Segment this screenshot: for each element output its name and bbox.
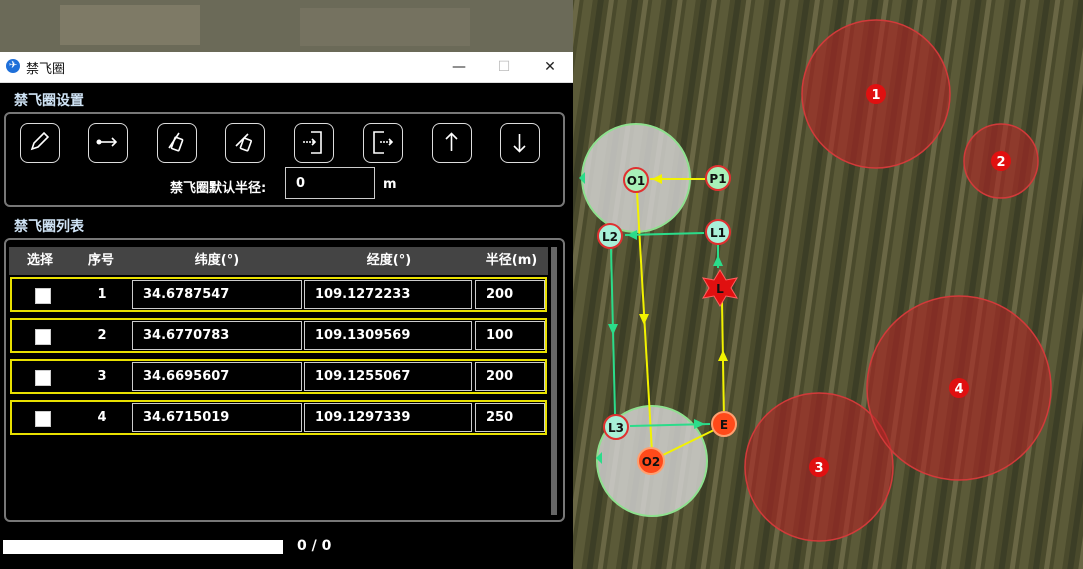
row-index: 2 [97,328,107,343]
arrow-up-icon [445,132,458,151]
table-header: 选择 序号 纬度(°) 经度(°) 半径(m) [9,247,548,275]
row-index: 4 [97,410,107,425]
svg-text:P1: P1 [709,172,726,186]
row-checkbox[interactable] [35,288,51,304]
svg-text:L: L [716,282,724,296]
no-fly-zone-1[interactable]: 1 [801,19,951,169]
table-scrollbar[interactable] [551,247,557,515]
no-fly-zone-2[interactable]: 2 [963,123,1039,199]
column-header-lat[interactable]: 纬度(°) [131,247,303,275]
svg-text:L3: L3 [608,421,624,435]
waypoint-o2[interactable]: O2 [637,447,665,475]
lat-cell[interactable]: 34.6787547 [132,280,302,309]
row-checkbox[interactable] [35,411,51,427]
minimize-icon[interactable]: — [436,52,482,82]
lon-cell[interactable]: 109.1309569 [304,321,472,350]
settings-section-label: 禁飞圈设置 [14,93,84,109]
row-checkbox[interactable] [35,370,51,386]
svg-text:O2: O2 [642,455,661,469]
progress-bar [3,540,283,554]
move-up-button[interactable] [432,123,472,163]
radius-cell[interactable]: 200 [475,362,545,391]
waypoint-e[interactable]: E [711,411,737,437]
arrow-down-icon [513,134,526,153]
export-icon [373,131,394,154]
table-row[interactable]: 1 34.6787547 109.1272233 200 [10,277,547,312]
table-row[interactable]: 2 34.6770783 109.1309569 100 [10,318,547,353]
lat-cell[interactable]: 34.6770783 [132,321,302,350]
no-fly-zone-window: ✈ 禁飞圈 — ☐ ✕ 禁飞圈设置 禁飞圈默认半径: m [0,52,573,569]
lat-cell[interactable]: 34.6715019 [132,403,302,432]
eraser-button[interactable] [157,123,197,163]
progress-text: 0 / 0 [297,538,332,554]
waypoint-p1[interactable]: P1 [705,165,731,191]
eraser-icon [168,132,184,152]
svg-text:E: E [720,418,728,432]
waypoint-l1[interactable]: L1 [705,219,731,245]
radius-cell[interactable]: 200 [475,280,545,309]
move-down-button[interactable] [500,123,540,163]
pencil-icon [30,131,50,151]
lon-cell[interactable]: 109.1272233 [304,280,472,309]
import-icon [303,131,322,154]
column-header-select[interactable]: 选择 [9,247,71,275]
eraser-alt-button[interactable] [225,123,265,163]
pencil-button[interactable] [20,123,60,163]
lon-cell[interactable]: 109.1297339 [304,403,472,432]
table-row[interactable]: 4 34.6715019 109.1297339 250 [10,400,547,435]
waypoint-l2[interactable]: L2 [597,223,623,249]
row-index: 3 [97,369,107,384]
route-arrow-button[interactable] [88,123,128,163]
zone-label: 3 [814,461,823,476]
lat-cell[interactable]: 34.6695607 [132,362,302,391]
svg-text:L2: L2 [602,230,618,244]
column-header-lon[interactable]: 经度(°) [303,247,475,275]
waypoint-l3[interactable]: L3 [603,414,629,440]
svg-text:L1: L1 [710,226,726,240]
title-bar[interactable]: ✈ 禁飞圈 — ☐ ✕ [0,52,573,83]
row-checkbox[interactable] [35,329,51,345]
column-header-radius[interactable]: 半径(m) [475,247,548,275]
column-header-index[interactable]: 序号 [71,247,131,275]
export-button[interactable] [363,123,403,163]
row-index: 1 [97,287,107,302]
default-radius-input[interactable] [285,167,375,199]
radius-cell[interactable]: 100 [475,321,545,350]
lon-cell[interactable]: 109.1255067 [304,362,472,391]
radius-unit-label: m [383,177,397,192]
zone-label: 1 [871,88,880,103]
radius-cell[interactable]: 250 [475,403,545,432]
table-row[interactable]: 3 34.6695607 109.1255067 200 [10,359,547,394]
close-icon[interactable]: ✕ [527,52,573,82]
svg-text:O1: O1 [627,174,646,188]
no-fly-zone-4[interactable]: 4 [866,295,1052,481]
zone-label: 2 [996,155,1005,170]
zone-label: 4 [954,382,963,397]
default-radius-label: 禁飞圈默认半径: [170,181,267,196]
app-icon: ✈ [6,59,20,73]
route-arrow-icon [96,137,118,147]
eraser-alt-icon [235,133,252,152]
list-section-label: 禁飞圈列表 [14,219,84,235]
maximize-icon[interactable]: ☐ [481,52,527,82]
import-button[interactable] [294,123,334,163]
waypoint-o1[interactable]: O1 [623,167,649,193]
window-title: 禁飞圈 [26,62,66,77]
